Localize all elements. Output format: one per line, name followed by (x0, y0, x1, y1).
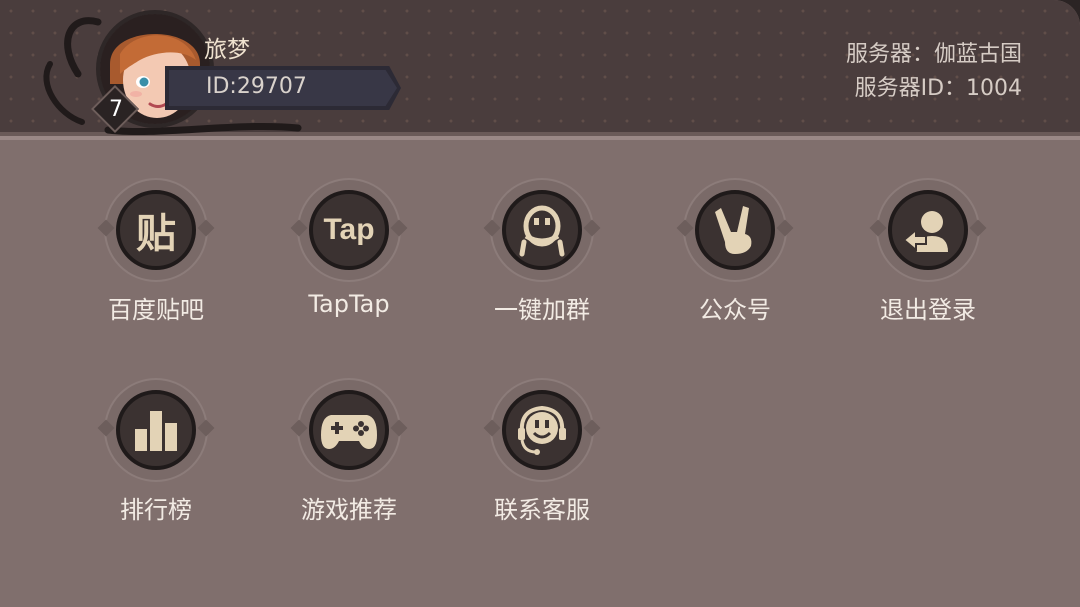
menu-item-official-account[interactable]: 公众号 (650, 180, 820, 340)
level-text: 7 (109, 97, 123, 122)
menu-item-customer-service[interactable]: 联系客服 (457, 380, 627, 540)
menu-item-game-recommend[interactable]: 游戏推荐 (264, 380, 434, 540)
server-id: 服务器ID：1004 (854, 76, 1022, 101)
menu-item-label: 百度贴吧 (108, 296, 204, 324)
gamepad-icon (309, 390, 389, 470)
logout-user-icon (888, 190, 968, 270)
qq-penguin-icon (502, 190, 582, 270)
settings-panel: 7 旅梦 ID:29707 服务器：伽蓝古国 服务器ID：1004 贴 百度贴吧… (0, 0, 1080, 607)
profile-header: 7 旅梦 ID:29707 服务器：伽蓝古国 服务器ID：1004 (0, 0, 1080, 140)
taptap-icon: Tap (309, 190, 389, 270)
menu-item-taptap[interactable]: Tap TapTap (264, 180, 434, 340)
menu-item-logout[interactable]: 退出登录 (843, 180, 1013, 340)
menu-item-label: 一键加群 (494, 296, 590, 324)
username: 旅梦 (204, 37, 250, 63)
victory-hand-icon (695, 190, 775, 270)
menu-item-join-group[interactable]: 一键加群 (457, 180, 627, 340)
menu-item-label: 退出登录 (880, 296, 976, 324)
server-name: 服务器：伽蓝古国 (845, 42, 1022, 67)
menu-item-tieba[interactable]: 贴 百度贴吧 (71, 180, 241, 340)
bar-chart-icon (116, 390, 196, 470)
menu-item-leaderboard[interactable]: 排行榜 (71, 380, 241, 540)
menu-item-label: TapTap (308, 290, 390, 318)
menu-item-label: 排行榜 (120, 496, 192, 524)
menu-item-label: 公众号 (699, 296, 771, 324)
menu-item-label: 联系客服 (494, 496, 590, 524)
tieba-icon: 贴 (116, 190, 196, 270)
menu-item-label: 游戏推荐 (301, 496, 397, 524)
headset-smile-icon (502, 390, 582, 470)
user-id: ID:29707 (206, 74, 307, 99)
